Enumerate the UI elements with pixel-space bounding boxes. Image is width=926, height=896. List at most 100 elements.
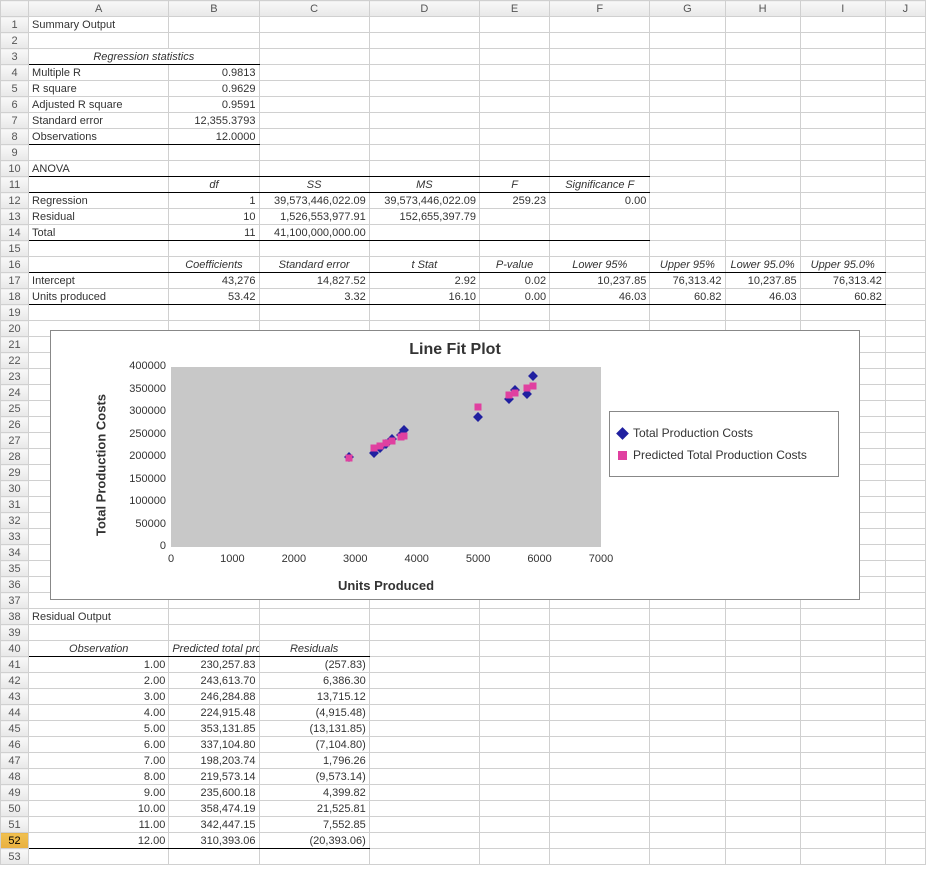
cell[interactable] [885, 801, 925, 817]
cell[interactable] [650, 625, 725, 641]
col-header-A[interactable]: A [29, 1, 169, 17]
cell[interactable]: 46.03 [725, 289, 800, 305]
cell[interactable]: 4,399.82 [259, 785, 369, 801]
cell[interactable] [550, 81, 650, 97]
cell[interactable] [550, 17, 650, 33]
cell[interactable]: 6.00 [29, 737, 169, 753]
col-header-E[interactable]: E [480, 1, 550, 17]
cell[interactable]: 310,393.06 [169, 833, 259, 849]
row-header-20[interactable]: 20 [1, 321, 29, 337]
cell[interactable] [800, 49, 885, 65]
cell[interactable] [369, 657, 479, 673]
cell[interactable] [885, 385, 925, 401]
cell[interactable]: Units produced [29, 289, 169, 305]
cell[interactable] [885, 257, 925, 273]
cell[interactable] [725, 161, 800, 177]
cell[interactable] [169, 17, 259, 33]
row-header-38[interactable]: 38 [1, 609, 29, 625]
cell[interactable] [725, 225, 800, 241]
cell[interactable]: 0.9813 [169, 65, 259, 81]
cell[interactable] [885, 625, 925, 641]
cell[interactable] [885, 289, 925, 305]
cell[interactable] [550, 113, 650, 129]
row-header-10[interactable]: 10 [1, 161, 29, 177]
cell[interactable]: 0.9591 [169, 97, 259, 113]
row-header-42[interactable]: 42 [1, 673, 29, 689]
cell[interactable] [800, 817, 885, 833]
col-header-H[interactable]: H [725, 1, 800, 17]
cell[interactable] [650, 673, 725, 689]
cell[interactable] [725, 49, 800, 65]
cell[interactable] [369, 737, 479, 753]
cell[interactable] [650, 609, 725, 625]
cell[interactable] [550, 721, 650, 737]
cell[interactable]: 4.00 [29, 705, 169, 721]
row-header-31[interactable]: 31 [1, 497, 29, 513]
cell[interactable]: 358,474.19 [169, 801, 259, 817]
cell[interactable] [800, 129, 885, 145]
cell[interactable] [885, 769, 925, 785]
cell[interactable] [259, 161, 369, 177]
cell[interactable]: 3.00 [29, 689, 169, 705]
cell[interactable]: 12.0000 [169, 129, 259, 145]
cell[interactable]: 10,237.85 [725, 273, 800, 289]
cell[interactable] [885, 353, 925, 369]
cell[interactable] [550, 785, 650, 801]
cell[interactable] [369, 833, 479, 849]
cell[interactable] [369, 641, 479, 657]
cell[interactable]: 2.00 [29, 673, 169, 689]
cell[interactable]: 46.03 [550, 289, 650, 305]
cell[interactable] [725, 849, 800, 865]
cell[interactable] [650, 657, 725, 673]
cell[interactable] [369, 785, 479, 801]
cell[interactable]: 1.00 [29, 657, 169, 673]
col-header-C[interactable]: C [259, 1, 369, 17]
cell[interactable] [369, 753, 479, 769]
cell[interactable] [800, 833, 885, 849]
cell[interactable]: 337,104.80 [169, 737, 259, 753]
cell[interactable] [550, 33, 650, 49]
cell[interactable] [885, 449, 925, 465]
cell[interactable] [725, 305, 800, 321]
cell[interactable]: 235,600.18 [169, 785, 259, 801]
cell[interactable] [650, 17, 725, 33]
cell[interactable] [480, 673, 550, 689]
cell[interactable]: P-value [480, 257, 550, 273]
col-header-I[interactable]: I [800, 1, 885, 17]
cell[interactable]: (257.83) [259, 657, 369, 673]
cell[interactable] [29, 241, 169, 257]
cell[interactable] [725, 65, 800, 81]
cell[interactable] [259, 17, 369, 33]
cell[interactable] [369, 705, 479, 721]
cell[interactable] [885, 561, 925, 577]
cell[interactable] [650, 97, 725, 113]
cell[interactable]: 219,573.14 [169, 769, 259, 785]
cell[interactable] [725, 641, 800, 657]
cell[interactable] [480, 657, 550, 673]
cell[interactable] [369, 225, 479, 241]
cell[interactable] [650, 65, 725, 81]
cell[interactable] [550, 49, 650, 65]
cell[interactable] [650, 113, 725, 129]
cell[interactable] [369, 17, 479, 33]
row-header-18[interactable]: 18 [1, 289, 29, 305]
row-header-7[interactable]: 7 [1, 113, 29, 129]
row-header-21[interactable]: 21 [1, 337, 29, 353]
cell[interactable] [259, 609, 369, 625]
cell[interactable] [725, 753, 800, 769]
cell[interactable]: Summary Output [29, 17, 169, 33]
cell[interactable] [650, 849, 725, 865]
cell[interactable]: R square [29, 81, 169, 97]
cell[interactable]: t Stat [369, 257, 479, 273]
row-header-50[interactable]: 50 [1, 801, 29, 817]
cell[interactable] [885, 33, 925, 49]
cell[interactable] [800, 609, 885, 625]
cell[interactable] [800, 785, 885, 801]
row-header-17[interactable]: 17 [1, 273, 29, 289]
row-header-1[interactable]: 1 [1, 17, 29, 33]
cell[interactable] [800, 145, 885, 161]
cell[interactable] [259, 65, 369, 81]
row-header-24[interactable]: 24 [1, 385, 29, 401]
cell[interactable]: 12.00 [29, 833, 169, 849]
row-header-11[interactable]: 11 [1, 177, 29, 193]
